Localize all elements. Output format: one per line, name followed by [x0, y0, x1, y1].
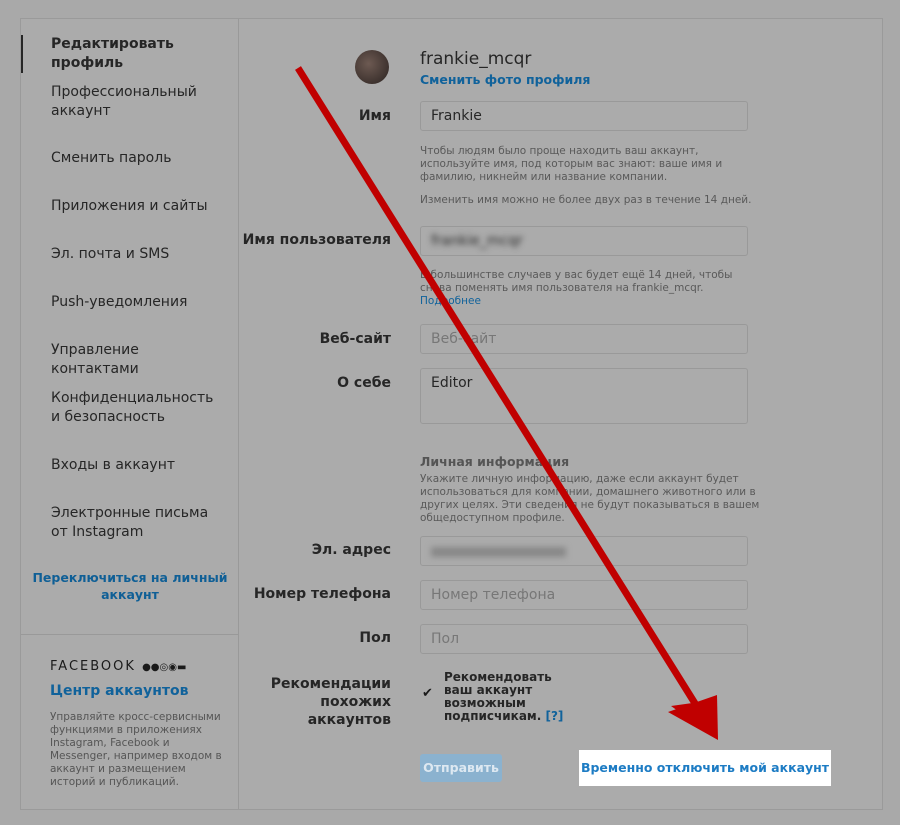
bio-label: О себе [337, 375, 391, 391]
sidebar: Редактировать профиль Профессиональный а… [21, 19, 239, 809]
sidebar-item-logins[interactable]: Входы в аккаунт [21, 456, 239, 475]
name-label: Имя [358, 108, 391, 124]
email-label: Эл. адрес [311, 542, 391, 558]
gender-input[interactable]: Пол [420, 624, 748, 654]
phone-input[interactable]: Номер телефона [420, 580, 748, 610]
username-help: В большинстве случаев у вас будет ещё 14… [420, 269, 733, 307]
name-limit-help: Изменить имя можно не более двух раз в т… [420, 194, 752, 206]
deactivate-account-link[interactable]: Временно отключить мой аккаунт [579, 750, 831, 786]
sidebar-item-professional[interactable]: Профессиональный аккаунт [21, 83, 239, 121]
name-help: Чтобы людям было проще находить ваш акка… [420, 145, 723, 183]
facebook-logo: FACEBOOK ●●◎◉▬ [50, 659, 187, 674]
recs-checkbox[interactable]: ✔ [422, 686, 433, 701]
profile-username: frankie_mcqr [420, 49, 532, 69]
phone-label: Номер телефона [253, 586, 391, 602]
sidebar-item-password[interactable]: Сменить пароль [21, 149, 239, 168]
switch-personal-link[interactable]: Переключиться на личный аккаунт [21, 569, 239, 603]
bio-textarea[interactable]: Editor [420, 368, 748, 424]
recs-label: Рекомендации похожих аккаунтов [270, 676, 391, 728]
username-label: Имя пользователя [242, 232, 391, 248]
submit-button[interactable]: Отправить [420, 754, 502, 782]
sidebar-item-contacts[interactable]: Управление контактами [21, 341, 239, 379]
change-photo-link[interactable]: Сменить фото профиля [420, 72, 590, 87]
sidebar-item-emails[interactable]: Электронные письма от Instagram [21, 504, 239, 542]
settings-panel: Редактировать профиль Профессиональный а… [20, 18, 883, 810]
recs-help-link[interactable]: [?] [545, 709, 563, 723]
meta-apps-icons: ●●◎◉▬ [142, 662, 187, 673]
sidebar-item-edit-profile[interactable]: Редактировать профиль [21, 35, 239, 73]
website-label: Веб-сайт [319, 331, 391, 347]
sidebar-item-email-sms[interactable]: Эл. почта и SMS [21, 245, 239, 264]
accounts-center-desc: Управляйте кросс-сервисными функциями в … [50, 711, 222, 788]
avatar[interactable] [355, 50, 389, 84]
gender-label: Пол [359, 630, 391, 646]
accounts-center-link[interactable]: Центр аккаунтов [50, 683, 188, 699]
personal-info-help: Укажите личную информацию, даже если акк… [420, 473, 760, 524]
email-input[interactable] [420, 536, 748, 566]
username-input[interactable]: frankie_mcqr [420, 226, 748, 256]
more-link[interactable]: Подробнее [420, 295, 481, 307]
personal-info-title: Личная информация [420, 454, 570, 469]
name-input[interactable]: Frankie [420, 101, 748, 131]
recs-text: Рекомендовать ваш аккаунт возможным подп… [444, 670, 564, 723]
sidebar-item-privacy[interactable]: Конфиденциальность и безопасность [21, 389, 239, 427]
sidebar-item-apps[interactable]: Приложения и сайты [21, 197, 239, 216]
divider [21, 634, 239, 635]
website-input[interactable]: Веб-сайт [420, 324, 748, 354]
sidebar-item-push[interactable]: Push-уведомления [21, 293, 239, 312]
